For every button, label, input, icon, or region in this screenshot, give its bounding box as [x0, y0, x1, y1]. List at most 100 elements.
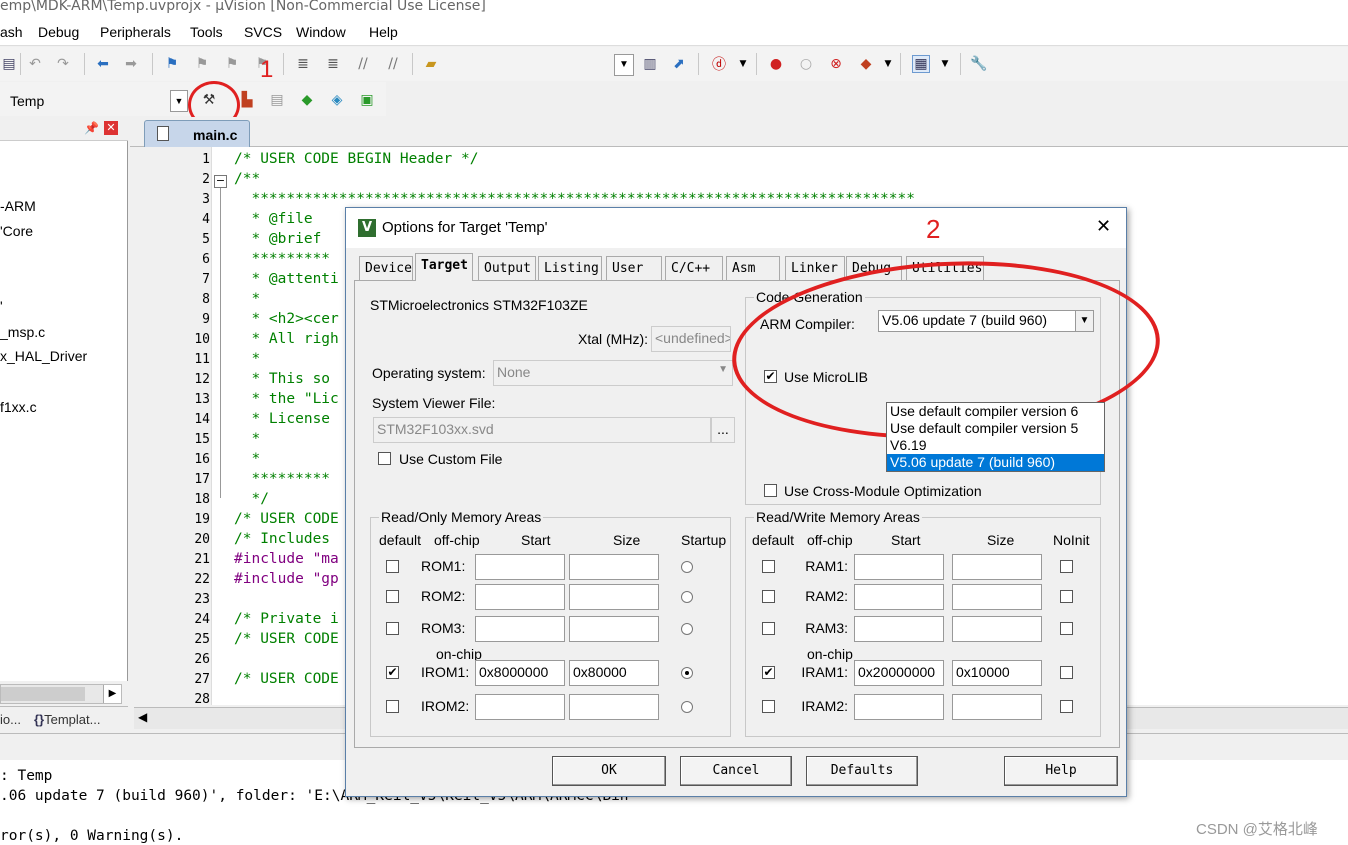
uncomment-icon[interactable]: //	[384, 55, 402, 73]
rom-start-input[interactable]	[475, 694, 565, 720]
editor-tab-main[interactable]: main.c	[144, 120, 250, 147]
target-select-label[interactable]: Temp	[10, 93, 44, 109]
breakpoint-kill-all-icon[interactable]: ◆	[857, 55, 875, 73]
rom-default-checkbox[interactable]	[386, 590, 399, 603]
compiler-option[interactable]: V6.19	[887, 437, 1104, 454]
tab-output[interactable]: Output	[478, 256, 536, 280]
close-icon[interactable]: ✕	[1096, 216, 1111, 237]
ok-button[interactable]: OK	[552, 756, 666, 786]
indent-icon[interactable]: ≣	[294, 55, 312, 73]
startup-radio[interactable]	[681, 623, 693, 635]
tree-item[interactable]: _msp.c	[0, 324, 45, 340]
tab-linker[interactable]: Linker	[785, 256, 845, 280]
ram-start-input[interactable]	[854, 616, 944, 642]
rom-start-input[interactable]	[475, 584, 565, 610]
noinit-checkbox[interactable]	[1060, 590, 1073, 603]
ram-default-checkbox[interactable]	[762, 622, 775, 635]
noinit-checkbox[interactable]	[1060, 666, 1073, 679]
compiler-option[interactable]: Use default compiler version 6	[887, 403, 1104, 420]
undo-icon[interactable]: ↶	[26, 55, 44, 73]
ram-default-checkbox[interactable]	[762, 700, 775, 713]
menu-help[interactable]: Help	[369, 24, 398, 40]
tab-cc[interactable]: C/C++	[665, 256, 723, 280]
breakpoint-icon[interactable]: ●	[767, 55, 785, 73]
unindent-icon[interactable]: ≣	[324, 55, 342, 73]
find-dropdown[interactable]: ▼	[614, 54, 634, 76]
bookmark-icon[interactable]: ⚑	[163, 55, 181, 73]
pack-installer-icon[interactable]: ◆	[298, 91, 316, 109]
incremental-find-icon[interactable]: ⬈	[670, 55, 688, 73]
bookmark-next-icon[interactable]: ⚑	[223, 55, 241, 73]
tab-target[interactable]: Target	[415, 253, 473, 281]
fold-toggle-icon[interactable]: −	[214, 175, 227, 188]
redo-icon[interactable]: ↷	[54, 55, 72, 73]
manage-rte-icon[interactable]: ▣	[358, 91, 376, 109]
noinit-checkbox[interactable]	[1060, 560, 1073, 573]
tab-asm[interactable]: Asm	[726, 256, 780, 280]
startup-radio[interactable]	[681, 667, 693, 679]
ram-start-input[interactable]	[854, 694, 944, 720]
rom-size-input[interactable]	[569, 584, 659, 610]
tab-debug[interactable]: Debug	[846, 256, 902, 280]
rom-default-checkbox[interactable]	[386, 560, 399, 573]
tree-item[interactable]: '	[0, 298, 3, 314]
svf-input[interactable]: STM32F103xx.svd	[373, 417, 711, 443]
chevron-down-icon[interactable]: ▼	[879, 55, 897, 73]
menu-peripherals[interactable]: Peripherals	[100, 24, 171, 40]
startup-radio[interactable]	[681, 701, 693, 713]
menu-debug[interactable]: Debug	[38, 24, 79, 40]
menu-window[interactable]: Window	[296, 24, 346, 40]
os-select[interactable]: None ▼	[493, 360, 733, 386]
tab-books[interactable]: io...	[0, 712, 21, 727]
ram-default-checkbox[interactable]: ✔	[762, 666, 775, 679]
compiler-option[interactable]: Use default compiler version 5	[887, 420, 1104, 437]
tab-templates[interactable]: {}Templat...	[34, 712, 100, 727]
tab-utilities[interactable]: Utilities	[906, 256, 984, 280]
ram-size-input[interactable]: 0x10000	[952, 660, 1042, 686]
comment-icon[interactable]: //	[354, 55, 372, 73]
chevron-down-icon[interactable]: ▼	[936, 55, 954, 73]
arm-compiler-select[interactable]: V5.06 update 7 (build 960) ▼	[878, 310, 1094, 332]
cross-module-checkbox[interactable]	[764, 484, 777, 497]
xtal-input[interactable]: <undefined>	[651, 326, 731, 352]
ram-start-input[interactable]	[854, 554, 944, 580]
tree-item[interactable]: 'Core	[0, 223, 33, 239]
ram-size-input[interactable]	[952, 554, 1042, 580]
chevron-down-icon[interactable]: ▼	[734, 55, 752, 73]
ram-default-checkbox[interactable]	[762, 560, 775, 573]
startup-radio[interactable]	[681, 591, 693, 603]
nav-back-icon[interactable]: ⬅	[94, 55, 112, 73]
menu-svcs[interactable]: SVCS	[244, 24, 282, 40]
rom-size-input[interactable]	[569, 694, 659, 720]
ram-start-input[interactable]: 0x20000000	[854, 660, 944, 686]
tree-item[interactable]: -ARM	[0, 198, 36, 214]
rom-default-checkbox[interactable]	[386, 700, 399, 713]
find-icon[interactable]: ▥	[641, 55, 659, 73]
tab-device[interactable]: Device	[359, 256, 413, 280]
rom-start-input[interactable]: 0x8000000	[475, 660, 565, 686]
debug-session-icon[interactable]: ⓓ	[710, 55, 728, 73]
ram-start-input[interactable]	[854, 584, 944, 610]
rom-start-input[interactable]	[475, 554, 565, 580]
rom-size-input[interactable]	[569, 616, 659, 642]
ram-size-input[interactable]	[952, 584, 1042, 610]
tree-item[interactable]: x_HAL_Driver	[0, 348, 87, 364]
manage-project-icon[interactable]: ▙	[238, 91, 256, 109]
pin-icon[interactable]: 📌	[84, 121, 99, 135]
bookmark-prev-icon[interactable]: ⚑	[193, 55, 211, 73]
target-dropdown[interactable]: ▼	[170, 90, 188, 112]
save-icon[interactable]: ▤	[0, 55, 18, 73]
window-layout-icon[interactable]: ▦	[912, 55, 930, 73]
configure-icon[interactable]: 🔧	[970, 55, 988, 73]
rom-size-input[interactable]	[569, 554, 659, 580]
ram-default-checkbox[interactable]	[762, 590, 775, 603]
noinit-checkbox[interactable]	[1060, 622, 1073, 635]
cancel-button[interactable]: Cancel	[680, 756, 792, 786]
tree-item[interactable]: f1xx.c	[0, 399, 37, 415]
custom-file-checkbox[interactable]	[378, 452, 391, 465]
find-in-files-icon[interactable]: ▰	[422, 55, 440, 73]
startup-radio[interactable]	[681, 561, 693, 573]
help-button[interactable]: Help	[1004, 756, 1118, 786]
project-scrollbar[interactable]: ▶	[0, 684, 122, 704]
nav-forward-icon[interactable]: ➡	[122, 55, 140, 73]
